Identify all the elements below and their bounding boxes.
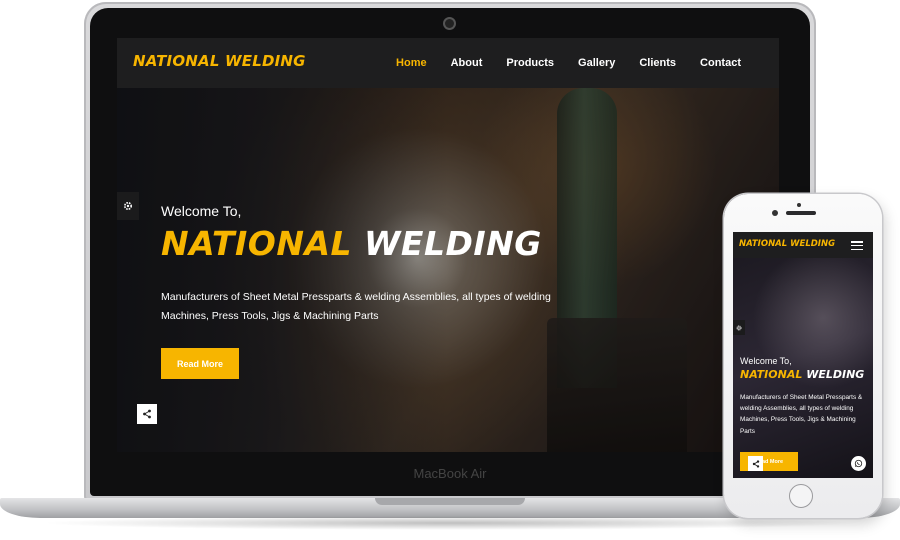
phone-hero-welcome-text: Welcome To, xyxy=(740,356,792,366)
read-more-button[interactable]: Read More xyxy=(161,348,239,379)
phone-camera xyxy=(772,210,778,216)
phone-settings-toggle[interactable] xyxy=(733,320,745,335)
nav-item-gallery[interactable]: Gallery xyxy=(578,57,615,69)
phone-sensor xyxy=(797,203,801,207)
site-logo[interactable]: NATIONAL WELDING xyxy=(133,52,306,70)
phone-hero-title-part1: NATIONAL xyxy=(740,368,803,381)
phone-hero-description: Manufacturers of Sheet Metal Pressparts … xyxy=(740,394,863,435)
laptop-screen: NATIONAL WELDING Home About Products Gal… xyxy=(117,38,779,452)
hero-description: Manufacturers of Sheet Metal Pressparts … xyxy=(161,291,551,322)
phone-hero-title: NATIONAL WELDING xyxy=(740,368,864,381)
gear-icon xyxy=(123,201,133,211)
phone-speaker xyxy=(786,211,816,215)
hero-overlay xyxy=(117,88,779,452)
laptop-notch xyxy=(375,498,525,505)
hero-title-part1: NATIONAL xyxy=(161,224,353,263)
nav-item-clients[interactable]: Clients xyxy=(639,57,676,69)
phone-hero-title-part2: WELDING xyxy=(806,368,865,381)
phone-share-button[interactable] xyxy=(748,456,763,471)
nav-item-products[interactable]: Products xyxy=(506,57,554,69)
main-menu: Home About Products Gallery Clients Cont… xyxy=(396,38,741,88)
laptop-shadow xyxy=(40,516,860,530)
nav-item-about[interactable]: About xyxy=(451,57,483,69)
navbar: NATIONAL WELDING Home About Products Gal… xyxy=(117,38,779,88)
whatsapp-button[interactable] xyxy=(851,456,866,471)
hero-banner: Welcome To, NATIONAL WELDING Manufacture… xyxy=(117,88,779,452)
hero-title: NATIONAL WELDING xyxy=(161,224,542,263)
phone-hero-banner: Welcome To, NATIONAL WELDING Manufacture… xyxy=(733,258,873,478)
phone-site-logo[interactable]: NATIONAL WELDING xyxy=(739,239,835,249)
share-button[interactable] xyxy=(137,404,157,424)
laptop-camera xyxy=(445,19,454,28)
nav-item-home[interactable]: Home xyxy=(396,57,427,69)
settings-toggle[interactable] xyxy=(117,192,139,220)
hero-welcome-text: Welcome To, xyxy=(161,203,242,219)
phone-navbar: NATIONAL WELDING xyxy=(733,232,873,258)
nav-item-contact[interactable]: Contact xyxy=(700,57,741,69)
share-icon xyxy=(143,409,151,419)
share-icon xyxy=(752,459,759,468)
hamburger-menu-icon[interactable] xyxy=(851,241,863,251)
phone-screen: NATIONAL WELDING Welcome To, NATIONAL WE… xyxy=(733,232,873,478)
gear-icon xyxy=(736,325,742,330)
whatsapp-icon xyxy=(854,459,863,468)
hero-title-part2: WELDING xyxy=(364,224,542,263)
laptop-model-label: MacBook Air xyxy=(413,466,487,481)
phone-home-button[interactable] xyxy=(789,484,813,508)
